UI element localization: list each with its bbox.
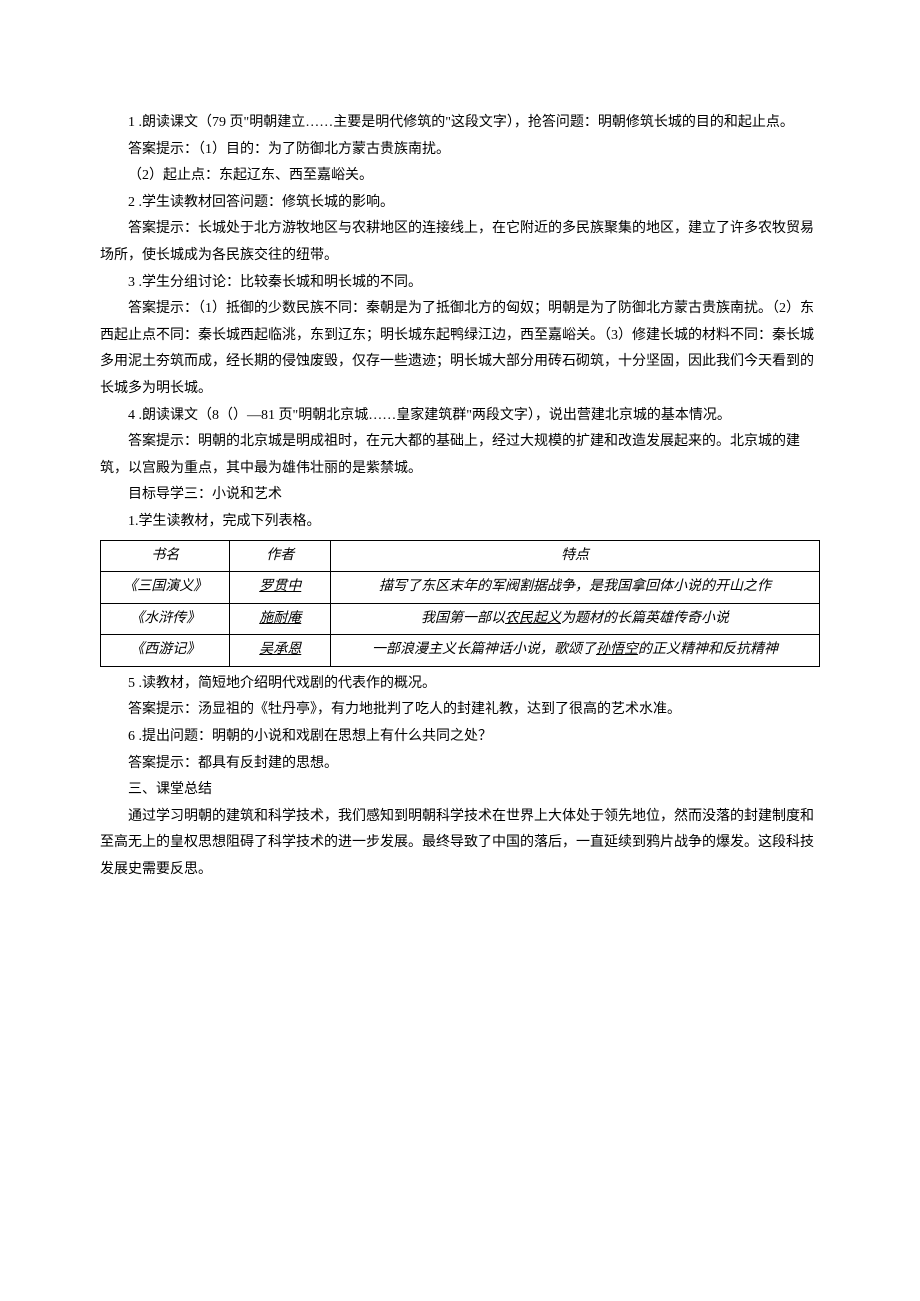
- table-row: 《水浒传》 施耐庵 我国第一部以农民起义为题材的长篇英雄传奇小说: [101, 603, 820, 635]
- header-feature: 特点: [331, 540, 820, 572]
- cell-author: 吴承恩: [230, 635, 331, 667]
- author-name: 罗贯中: [259, 579, 301, 594]
- paragraph-2: 答案提示：（1）目的：为了防御北方蒙古贵族南扰。: [100, 137, 820, 164]
- paragraph-12: 5 .读教材，简短地介绍明代戏剧的代表作的概况。: [100, 671, 820, 698]
- header-author: 作者: [230, 540, 331, 572]
- cell-feature: 描写了东区末年的军阀割据战争，是我国拿回体小说的开山之作: [331, 572, 820, 604]
- paragraph-11: 1.学生读教材，完成下列表格。: [100, 509, 820, 536]
- paragraph-13: 答案提示：汤显祖的《牡丹亭》，有力地批判了吃人的封建礼教，达到了很高的艺术水准。: [100, 697, 820, 724]
- paragraph-5: 答案提示：长城处于北方游牧地区与农耕地区的连接线上，在它附近的多民族聚集的地区，…: [100, 216, 820, 269]
- feature-text-post: 的正义精神和反抗精神: [638, 642, 778, 657]
- feature-underline: 孙悟空: [596, 642, 638, 657]
- novels-table: 书名 作者 特点 《三国演义》 罗贯中 描写了东区末年的军阀割据战争，是我国拿回…: [100, 540, 820, 667]
- paragraph-1: 1 .朗读课文（79 页"明朝建立……主要是明代修筑的"这段文字），抢答问题：明…: [100, 110, 820, 137]
- table-header-row: 书名 作者 特点: [101, 540, 820, 572]
- table-row: 《西游记》 吴承恩 一部浪漫主义长篇神话小说，歌颂了孙悟空的正义精神和反抗精神: [101, 635, 820, 667]
- cell-author: 施耐庵: [230, 603, 331, 635]
- author-name: 吴承恩: [259, 642, 301, 657]
- feature-underline: 农民起义: [505, 611, 561, 626]
- feature-text-post: 为题材的长篇英雄传奇小说: [561, 611, 729, 626]
- paragraph-16: 三、课堂总结: [100, 777, 820, 804]
- cell-book: 《西游记》: [101, 635, 230, 667]
- cell-feature: 一部浪漫主义长篇神话小说，歌颂了孙悟空的正义精神和反抗精神: [331, 635, 820, 667]
- feature-text-pre: 我国第一部以: [421, 611, 505, 626]
- paragraph-8: 4 .朗读课文（8（）—81 页"明朝北京城……皇家建筑群"两段文字），说出营建…: [100, 403, 820, 430]
- paragraph-9: 答案提示：明朝的北京城是明成祖时，在元大都的基础上，经过大规模的扩建和改造发展起…: [100, 429, 820, 482]
- header-book: 书名: [101, 540, 230, 572]
- table-row: 《三国演义》 罗贯中 描写了东区末年的军阀割据战争，是我国拿回体小说的开山之作: [101, 572, 820, 604]
- cell-author: 罗贯中: [230, 572, 331, 604]
- feature-text: 描写了东区末年的军阀割据战争，是我国拿回体小说的开山之作: [379, 579, 771, 594]
- paragraph-3: （2）起止点：东起辽东、西至嘉峪关。: [100, 163, 820, 190]
- section-heading: 目标导学三：小说和艺术: [100, 482, 820, 509]
- paragraph-15: 答案提示：都具有反封建的思想。: [100, 751, 820, 778]
- paragraph-17: 通过学习明朝的建筑和科学技术，我们感知到明朝科学技术在世界上大体处于领先地位，然…: [100, 804, 820, 884]
- paragraph-6: 3 .学生分组讨论：比较秦长城和明长城的不同。: [100, 270, 820, 297]
- cell-book: 《水浒传》: [101, 603, 230, 635]
- paragraph-14: 6 .提出问题：明朝的小说和戏剧在思想上有什么共同之处？: [100, 724, 820, 751]
- author-name: 施耐庵: [259, 611, 301, 626]
- feature-text-pre: 一部浪漫主义长篇神话小说，歌颂了: [372, 642, 596, 657]
- paragraph-4: 2 .学生读教材回答问题：修筑长城的影响。: [100, 190, 820, 217]
- cell-book: 《三国演义》: [101, 572, 230, 604]
- cell-feature: 我国第一部以农民起义为题材的长篇英雄传奇小说: [331, 603, 820, 635]
- paragraph-7: 答案提示：（1）抵御的少数民族不同：秦朝是为了抵御北方的匈奴；明朝是为了防御北方…: [100, 296, 820, 402]
